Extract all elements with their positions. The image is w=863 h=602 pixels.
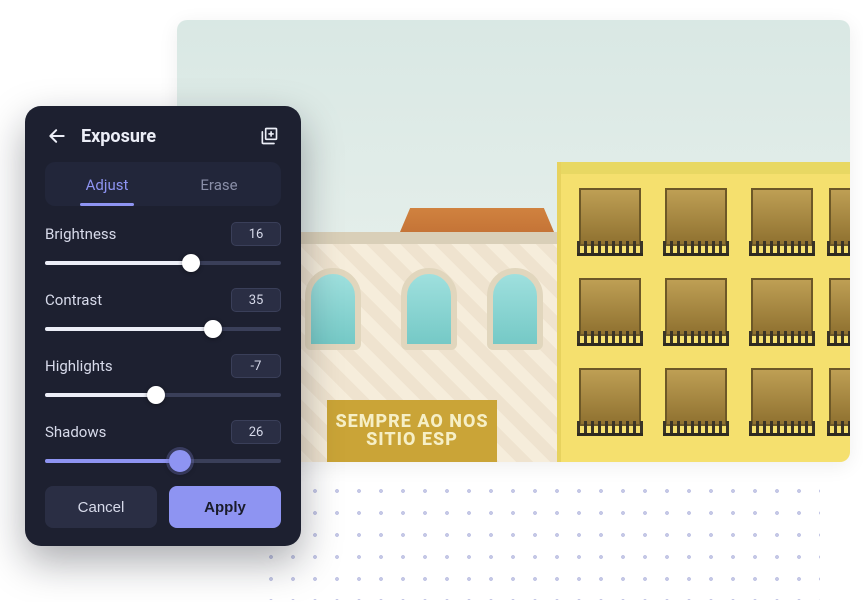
tab-label: Erase <box>200 176 237 194</box>
slider-fill <box>45 327 213 331</box>
control-shadows: Shadows 26 <box>45 420 281 470</box>
slider-fill <box>45 261 191 265</box>
image-building-right <box>557 162 850 462</box>
cancel-button[interactable]: Cancel <box>45 486 157 528</box>
control-highlights: Highlights -7 <box>45 354 281 404</box>
tab-label: Adjust <box>86 176 129 194</box>
panel-header: Exposure <box>45 124 281 148</box>
panel-buttons: Cancel Apply <box>45 486 281 528</box>
control-brightness: Brightness 16 <box>45 222 281 272</box>
control-value[interactable]: -7 <box>231 354 281 378</box>
image-sign-text: SEMPRE AO NOS SITIO ESP <box>327 400 497 462</box>
slider-fill <box>45 459 180 463</box>
apply-button[interactable]: Apply <box>169 486 281 528</box>
dot-pattern-background <box>260 480 820 600</box>
back-arrow-icon <box>47 126 67 146</box>
slider-thumb[interactable] <box>182 254 200 272</box>
slider-thumb[interactable] <box>169 450 191 472</box>
layers-icon <box>259 126 279 146</box>
slider-fill <box>45 393 156 397</box>
control-label: Brightness <box>45 225 116 243</box>
sliders-group: Brightness 16 Contrast 35 Highlights <box>45 222 281 472</box>
slider-thumb[interactable] <box>147 386 165 404</box>
exposure-panel: Exposure Adjust Erase Brightness 16 <box>25 106 301 546</box>
slider-thumb[interactable] <box>204 320 222 338</box>
tab-erase[interactable]: Erase <box>163 166 275 206</box>
control-label: Contrast <box>45 291 102 309</box>
control-value[interactable]: 16 <box>231 222 281 246</box>
tab-adjust[interactable]: Adjust <box>51 166 163 206</box>
control-contrast: Contrast 35 <box>45 288 281 338</box>
control-label: Shadows <box>45 423 106 441</box>
control-value[interactable]: 35 <box>231 288 281 312</box>
back-button[interactable] <box>45 124 69 148</box>
layers-button[interactable] <box>257 124 281 148</box>
panel-title: Exposure <box>81 126 245 147</box>
slider-shadows[interactable] <box>45 452 281 470</box>
slider-contrast[interactable] <box>45 320 281 338</box>
button-label: Apply <box>204 499 246 516</box>
slider-highlights[interactable] <box>45 386 281 404</box>
button-label: Cancel <box>78 499 125 516</box>
control-value[interactable]: 26 <box>231 420 281 444</box>
control-label: Highlights <box>45 357 113 375</box>
slider-brightness[interactable] <box>45 254 281 272</box>
tabs-container: Adjust Erase <box>45 162 281 206</box>
